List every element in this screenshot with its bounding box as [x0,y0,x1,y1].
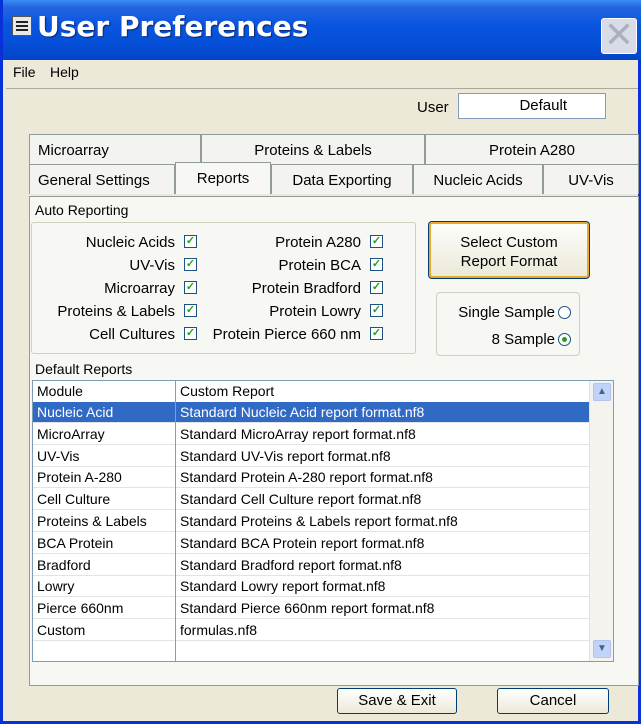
radio-8-sample[interactable]: 8 Sample [492,331,571,348]
cancel-button[interactable]: Cancel [497,688,609,714]
close-icon: ✕ [603,15,635,56]
report-cell: Standard Proteins & Labels report format… [180,513,458,529]
checkbox-checked-icon[interactable]: ✓ [184,304,197,317]
module-cell: MicroArray [37,425,105,442]
save-exit-button[interactable]: Save & Exit [337,688,457,714]
module-cell: Pierce 660nm [37,600,124,617]
module-cell: Protein A-280 [37,469,122,486]
checkbox-checked-icon[interactable]: ✓ [370,235,383,248]
checkbox-checked-icon[interactable]: ✓ [184,235,197,248]
user-label: User [417,99,449,116]
radio-icon[interactable] [558,306,571,319]
module-cell: Nucleic Acid [37,404,114,420]
checkbox-checked-icon[interactable]: ✓ [184,327,197,340]
report-cell: formulas.nf8 [180,622,258,638]
default-reports-label: Default Reports [35,361,133,377]
report-cell: Standard BCA Protein report format.nf8 [180,534,425,551]
app-icon [12,16,32,36]
module-cell: Lowry [37,578,75,595]
window-title: User Preferences [37,10,309,43]
tab-microarray[interactable]: Microarray [29,134,201,164]
table-row[interactable]: Lowry Standard Lowry report format.nf8 [33,576,589,598]
report-cell: Standard UV-Vis report format.nf8 [180,447,391,464]
report-cell: Standard Bradford report format.nf8 [180,556,402,573]
auto-reporting-label: Auto Reporting [35,202,129,218]
auto-report-protein-lowry[interactable]: Protein Lowry ✓ [199,303,389,321]
scroll-down-icon[interactable]: ▼ [593,640,611,658]
sample-mode-group: Single Sample 8 Sample [436,292,580,356]
module-cell: Cell Culture [37,491,111,508]
report-cell: Standard Protein A-280 report format.nf8 [180,469,433,486]
checkbox-checked-icon[interactable]: ✓ [370,327,383,340]
default-reports-list[interactable]: Module Custom Report Nucleic Acid Standar… [32,380,614,662]
menu-file[interactable]: File [13,64,36,80]
radio-single-sample[interactable]: Single Sample [458,304,571,321]
checkbox-checked-icon[interactable]: ✓ [370,304,383,317]
checkbox-checked-icon[interactable]: ✓ [370,281,383,294]
table-row[interactable]: Nucleic Acid Standard Nucleic Acid report… [33,402,589,423]
table-row[interactable]: Custom formulas.nf8 [33,620,589,641]
auto-report-protein-a280[interactable]: Protein A280 ✓ [199,234,389,252]
auto-report-microarray[interactable]: Microarray ✓ [33,280,203,298]
report-cell: Standard MicroArray report format.nf8 [180,425,416,442]
tab-protein-a280[interactable]: Protein A280 [425,134,639,164]
auto-report-uv-vis[interactable]: UV-Vis ✓ [33,257,203,275]
report-cell: Standard Cell Culture report format.nf8 [180,491,422,508]
table-row[interactable]: Cell Culture Standard Cell Culture report… [33,489,589,511]
table-row[interactable]: Pierce 660nm Standard Pierce 660nm report… [33,598,589,620]
list-scrollbar[interactable]: ▲ ▼ [589,381,613,661]
table-row[interactable]: MicroArray Standard MicroArray report for… [33,424,589,445]
table-row[interactable]: Protein A-280 Standard Protein A-280 repo… [33,467,589,489]
table-row[interactable]: Bradford Standard Bradford report format.… [33,555,589,576]
report-cell: Standard Lowry report format.nf8 [180,578,386,595]
tab-reports[interactable]: Reports [175,162,271,194]
auto-report-cell-cultures[interactable]: Cell Cultures ✓ [33,326,203,344]
checkbox-checked-icon[interactable]: ✓ [184,281,197,294]
tab-general-settings[interactable]: General Settings [29,164,175,194]
auto-report-protein-bca[interactable]: Protein BCA ✓ [199,257,389,275]
scroll-up-icon[interactable]: ▲ [593,383,611,401]
checkbox-checked-icon[interactable]: ✓ [370,258,383,271]
module-cell: Bradford [37,556,91,573]
tab-proteins-labels[interactable]: Proteins & Labels [201,134,425,164]
module-cell: BCA Protein [37,534,114,551]
close-button[interactable]: ✕ [601,18,637,54]
auto-report-proteins-labels[interactable]: Proteins & Labels ✓ [33,303,203,321]
report-cell: Standard Nucleic Acid report format.nf8 [180,404,425,420]
menu-bar: File Help [6,60,638,88]
table-row[interactable]: Proteins & Labels Standard Proteins & Lab… [33,511,589,532]
menu-help[interactable]: Help [50,64,79,80]
title-bar[interactable]: User Preferences ✕ [3,0,641,60]
user-field[interactable]: Default [458,93,606,119]
column-divider [175,381,176,661]
radio-selected-icon[interactable] [558,333,571,346]
table-row[interactable]: BCA Protein Standard BCA Protein report f… [33,533,589,554]
table-row[interactable]: UV-Vis Standard UV-Vis report format.nf8 [33,446,589,467]
auto-report-nucleic-acids[interactable]: Nucleic Acids ✓ [33,234,203,252]
menu-separator [6,88,638,89]
auto-report-protein-pierce[interactable]: Protein Pierce 660 nm ✓ [199,326,389,344]
list-header: Module Custom Report [37,383,275,399]
report-cell: Standard Pierce 660nm report format.nf8 [180,600,435,617]
tab-uv-vis[interactable]: UV-Vis [543,164,639,194]
tab-nucleic-acids[interactable]: Nucleic Acids [413,164,543,194]
module-cell: Custom [37,622,86,638]
auto-report-protein-bradford[interactable]: Protein Bradford ✓ [199,280,389,298]
preferences-window: User Preferences ✕ File Help User Defaul… [0,0,641,724]
module-cell: Proteins & Labels [37,513,147,529]
tab-data-exporting[interactable]: Data Exporting [271,164,413,194]
select-custom-report-format-button[interactable]: Select Custom Report Format [428,221,590,279]
checkbox-checked-icon[interactable]: ✓ [184,258,197,271]
module-cell: UV-Vis [37,447,80,464]
